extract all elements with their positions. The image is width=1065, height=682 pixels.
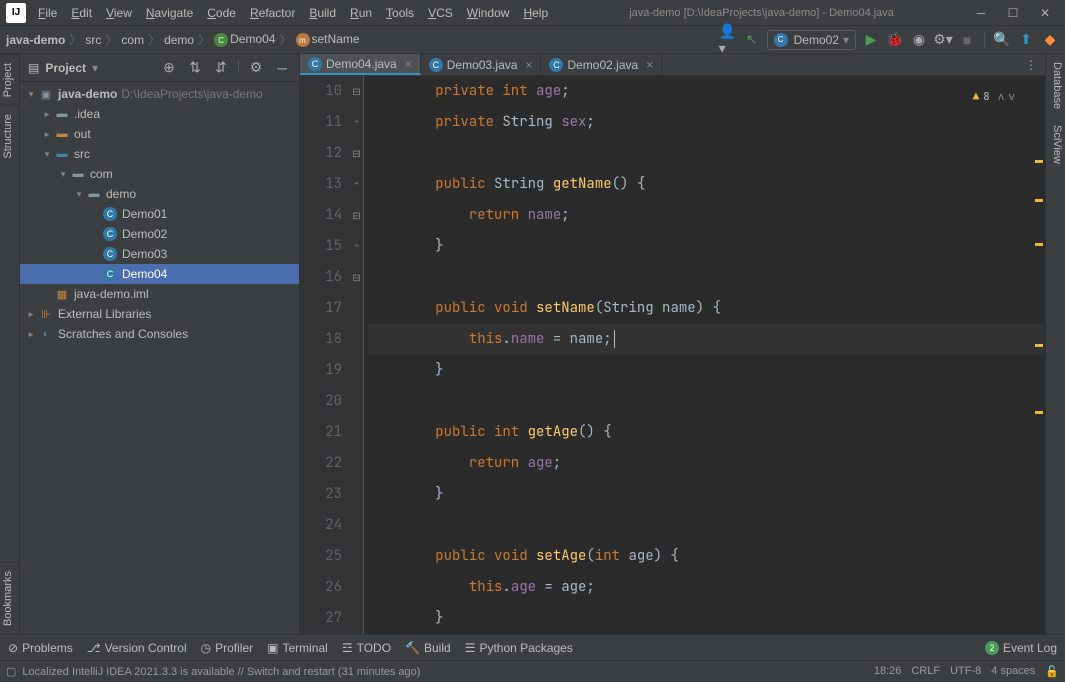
- tree-folder-com[interactable]: ▾▬ com: [20, 164, 299, 184]
- bookmarks-toolwindow-tab[interactable]: Bookmarks: [0, 562, 19, 634]
- run-config-selector[interactable]: C Demo02 ▾: [767, 30, 856, 50]
- menubar: FileEditViewNavigateCodeRefactorBuildRun…: [32, 2, 554, 24]
- event-count-badge: 2: [985, 641, 999, 655]
- menu-tools[interactable]: Tools: [380, 2, 420, 24]
- menu-build[interactable]: Build: [303, 2, 342, 24]
- breadcrumb: java-demo〉src〉com〉demo〉CDemo04〉msetName: [6, 31, 360, 48]
- menu-navigate[interactable]: Navigate: [140, 2, 199, 24]
- caret-position[interactable]: 18:26: [874, 665, 902, 678]
- tree-class-demo02[interactable]: C Demo02: [20, 224, 299, 244]
- readonly-icon[interactable]: 🔓: [1045, 665, 1059, 678]
- menu-vcs[interactable]: VCS: [422, 2, 459, 24]
- breadcrumb-item[interactable]: demo: [164, 33, 194, 47]
- todo-toolwindow[interactable]: ☲TODO: [342, 641, 391, 655]
- fold-icon[interactable]: ⊟: [350, 138, 363, 169]
- structure-toolwindow-tab[interactable]: Structure: [0, 105, 19, 167]
- eventlog-toolwindow[interactable]: Event Log: [1003, 641, 1057, 655]
- editor-tabs: CDemo04.java×CDemo03.java×CDemo02.java× ⋮: [300, 54, 1045, 76]
- tree-class-demo04[interactable]: C Demo04: [20, 264, 299, 284]
- line-separator[interactable]: CRLF: [911, 665, 940, 678]
- status-message: Localized IntelliJ IDEA 2021.3.3 is avai…: [22, 666, 420, 678]
- run-icon[interactable]: ▶: [862, 31, 880, 49]
- expand-icon[interactable]: ⇅: [186, 59, 204, 77]
- toolwindow-toggle-icon[interactable]: ▢: [6, 665, 16, 678]
- tab-Demo03.java[interactable]: CDemo03.java×: [421, 54, 542, 75]
- window-title: java-demo [D:\IdeaProjects\java-demo] - …: [554, 7, 969, 19]
- back-icon[interactable]: ↖: [743, 31, 761, 49]
- close-button[interactable]: ✕: [1033, 3, 1057, 23]
- tree-folder-src[interactable]: ▾▬ src: [20, 144, 299, 164]
- menu-refactor[interactable]: Refactor: [244, 2, 301, 24]
- menu-window[interactable]: Window: [461, 2, 516, 24]
- collapse-icon[interactable]: ⇵: [212, 59, 230, 77]
- terminal-toolwindow[interactable]: ▣Terminal: [267, 641, 328, 655]
- menu-view[interactable]: View: [100, 2, 138, 24]
- gear-icon[interactable]: ⚙: [247, 59, 265, 77]
- breadcrumb-item[interactable]: msetName: [296, 32, 360, 48]
- warning-count: 8: [983, 82, 990, 113]
- close-icon[interactable]: ×: [405, 57, 412, 71]
- fold-icon[interactable]: ⊟: [350, 76, 363, 107]
- close-icon[interactable]: ×: [646, 58, 653, 72]
- add-user-icon[interactable]: 👤▾: [719, 31, 737, 49]
- build-toolwindow[interactable]: 🔨Build: [405, 641, 451, 655]
- update-icon[interactable]: ⬆: [1017, 31, 1035, 49]
- tree-root[interactable]: ▾▣ java-demo D:\IdeaProjects\java-demo: [20, 84, 299, 104]
- minimize-button[interactable]: ─: [969, 3, 993, 23]
- fold-icon[interactable]: ⌃: [350, 107, 363, 138]
- sidebar-title: Project: [45, 61, 86, 75]
- fold-icon[interactable]: ⊟: [350, 200, 363, 231]
- tab-Demo02.java[interactable]: CDemo02.java×: [541, 54, 662, 75]
- stop-icon[interactable]: ■: [958, 31, 976, 49]
- tree-folder-idea[interactable]: ▸▬ .idea: [20, 104, 299, 124]
- breadcrumb-item[interactable]: src: [85, 33, 101, 47]
- tree-class-demo01[interactable]: C Demo01: [20, 204, 299, 224]
- code-editor[interactable]: 101112131415161718192021222324252627 ⊟⌃⊟…: [300, 76, 1045, 634]
- profiler-toolwindow[interactable]: ◷Profiler: [201, 641, 254, 655]
- sidebar-icon: ▤: [28, 61, 39, 75]
- tree-folder-out[interactable]: ▸▬ out: [20, 124, 299, 144]
- tree-scratches[interactable]: ▸◐ Scratches and Consoles: [20, 324, 299, 344]
- search-icon[interactable]: 🔍: [993, 31, 1011, 49]
- menu-code[interactable]: Code: [201, 2, 242, 24]
- menu-run[interactable]: Run: [344, 2, 378, 24]
- run-config-label: Demo02: [794, 33, 839, 47]
- fold-icon[interactable]: ⌃: [350, 169, 363, 200]
- problems-toolwindow[interactable]: ⊘Problems: [8, 641, 73, 655]
- select-opened-icon[interactable]: ⊕: [160, 59, 178, 77]
- python-toolwindow[interactable]: ☰Python Packages: [465, 641, 573, 655]
- maximize-button[interactable]: ☐: [1001, 3, 1025, 23]
- tree-file-iml[interactable]: ▦ java-demo.iml: [20, 284, 299, 304]
- scroll-marks: [1033, 76, 1045, 634]
- fold-icon[interactable]: ⊟: [350, 262, 363, 293]
- database-toolwindow-tab[interactable]: Database: [1046, 54, 1065, 117]
- tree-class-demo03[interactable]: C Demo03: [20, 244, 299, 264]
- breadcrumb-item[interactable]: com: [121, 33, 144, 47]
- project-tree: ▾▣ java-demo D:\IdeaProjects\java-demo ▸…: [20, 82, 299, 634]
- sciview-toolwindow-tab[interactable]: SciView: [1046, 117, 1065, 172]
- menu-file[interactable]: File: [32, 2, 63, 24]
- menu-edit[interactable]: Edit: [65, 2, 98, 24]
- fold-icon[interactable]: ⌃: [350, 231, 363, 262]
- inspection-badge[interactable]: ▲ 8 ᴧ ᴠ: [973, 82, 1015, 113]
- file-encoding[interactable]: UTF-8: [950, 665, 981, 678]
- tree-external-libraries[interactable]: ▸⊪ External Libraries: [20, 304, 299, 324]
- warning-icon: ▲: [973, 82, 980, 113]
- hide-icon[interactable]: ─: [273, 59, 291, 77]
- breadcrumb-item[interactable]: CDemo04: [214, 32, 275, 48]
- coverage-icon[interactable]: ◉: [910, 31, 928, 49]
- indent-setting[interactable]: 4 spaces: [991, 665, 1035, 678]
- debug-icon[interactable]: 🐞: [886, 31, 904, 49]
- menu-help[interactable]: Help: [517, 2, 554, 24]
- ide-icon[interactable]: ◆: [1041, 31, 1059, 49]
- tab-menu-icon[interactable]: ⋮: [1017, 58, 1045, 72]
- profile-icon[interactable]: ⚙▾: [934, 31, 952, 49]
- close-icon[interactable]: ×: [525, 58, 532, 72]
- breadcrumb-item[interactable]: java-demo: [6, 33, 65, 47]
- tree-folder-demo[interactable]: ▾▬ demo: [20, 184, 299, 204]
- tab-Demo04.java[interactable]: CDemo04.java×: [300, 54, 421, 75]
- project-toolwindow-tab[interactable]: Project: [0, 54, 19, 105]
- app-icon: IJ: [6, 3, 26, 23]
- vcs-toolwindow[interactable]: ⎇Version Control: [87, 641, 187, 655]
